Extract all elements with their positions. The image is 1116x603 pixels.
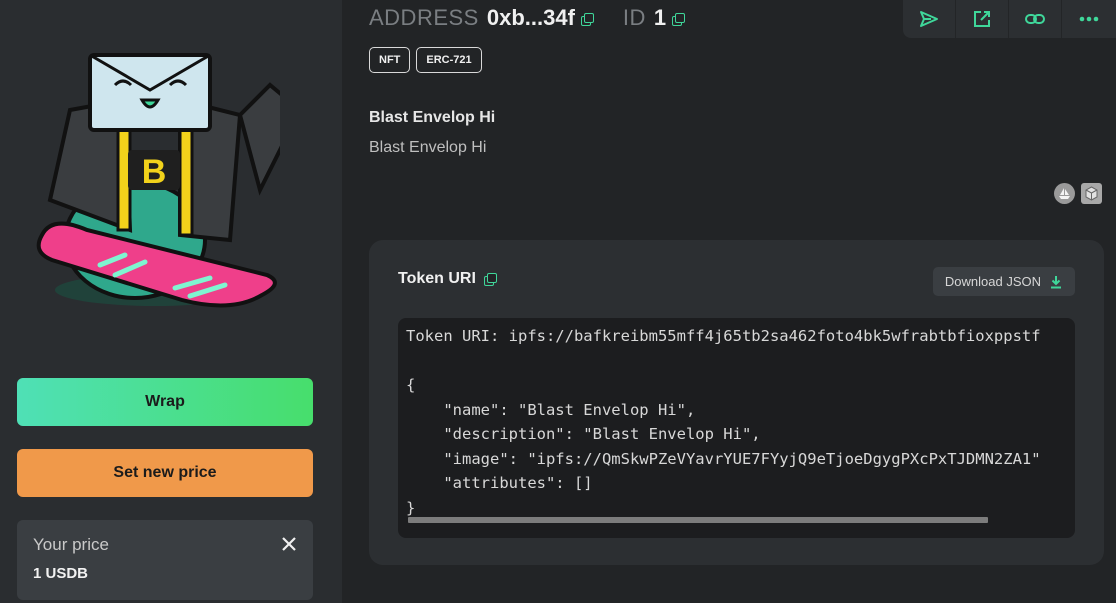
price-label: Your price xyxy=(33,535,109,554)
token-uri-heading: Token URI xyxy=(398,270,497,288)
close-icon[interactable] xyxy=(279,534,299,554)
sailboat-icon xyxy=(1059,188,1070,199)
horizontal-scrollbar[interactable] xyxy=(408,517,988,523)
open-external-button[interactable] xyxy=(956,0,1009,38)
left-panel: B Wrap Set new price Your price 1 USDB xyxy=(0,0,342,603)
code-line: { xyxy=(406,376,416,394)
tag-nft: NFT xyxy=(369,47,411,73)
set-new-price-button[interactable]: Set new price xyxy=(17,449,313,497)
token-header: ADDRESS 0xb...34f ID 1 xyxy=(369,5,686,33)
copy-token-uri-icon[interactable] xyxy=(483,273,497,286)
send-button[interactable] xyxy=(903,0,956,38)
marketplace-cube-icon[interactable] xyxy=(1081,183,1102,204)
code-line: } xyxy=(406,498,416,517)
copy-id-icon[interactable] xyxy=(672,13,686,26)
more-icon xyxy=(1079,16,1098,22)
code-line: "name": "Blast Envelop Hi", xyxy=(406,400,696,419)
svg-text:B: B xyxy=(142,153,167,191)
nft-description: Blast Envelop Hi xyxy=(369,139,487,156)
price-value: 1 USDB xyxy=(33,565,89,582)
tags-row: NFT ERC-721 xyxy=(369,47,482,73)
more-button[interactable] xyxy=(1062,0,1115,38)
external-link-icon xyxy=(974,11,990,27)
id-key: ID xyxy=(622,5,646,30)
action-toolbar xyxy=(903,0,1116,38)
copy-address-icon[interactable] xyxy=(580,13,594,26)
id-value: 1 xyxy=(653,5,667,30)
send-icon xyxy=(920,11,938,27)
code-line: "attributes": [] xyxy=(406,474,593,492)
address-value: 0xb...34f xyxy=(486,5,575,30)
token-uri-title: Token URI xyxy=(398,270,476,287)
wrap-button[interactable]: Wrap xyxy=(17,378,313,426)
marketplace-icons xyxy=(1054,183,1102,204)
copy-link-button[interactable] xyxy=(1009,0,1062,38)
token-uri-card: Token URI Download JSON Token URI: ipfs:… xyxy=(369,240,1104,565)
opensea-icon[interactable] xyxy=(1054,183,1075,204)
cube-icon xyxy=(1085,186,1098,201)
nft-title: Blast Envelop Hi xyxy=(369,109,496,126)
code-line: "description": "Blast Envelop Hi", xyxy=(406,425,761,443)
download-json-button[interactable]: Download JSON xyxy=(932,267,1075,296)
price-card: Your price 1 USDB xyxy=(17,520,313,600)
code-line: "image": "ipfs://QmSkwPZeVYavrYUE7FYyjQ9… xyxy=(406,449,1041,468)
token-json-code: Token URI: ipfs://bafkreibm55mff4j65tb2s… xyxy=(398,318,1075,526)
tag-erc721: ERC-721 xyxy=(416,47,482,73)
address-key: ADDRESS xyxy=(369,5,479,30)
link-icon xyxy=(1025,14,1045,24)
nft-artwork: B xyxy=(36,53,280,308)
app-root: B Wrap Set new price Your price 1 USDB A… xyxy=(0,0,1116,603)
download-json-label: Download JSON xyxy=(944,274,1041,289)
download-icon xyxy=(1051,275,1061,288)
code-line: Token URI: ipfs://bafkreibm55mff4j65tb2s… xyxy=(406,327,1041,345)
token-json-viewer[interactable]: Token URI: ipfs://bafkreibm55mff4j65tb2s… xyxy=(398,318,1075,538)
